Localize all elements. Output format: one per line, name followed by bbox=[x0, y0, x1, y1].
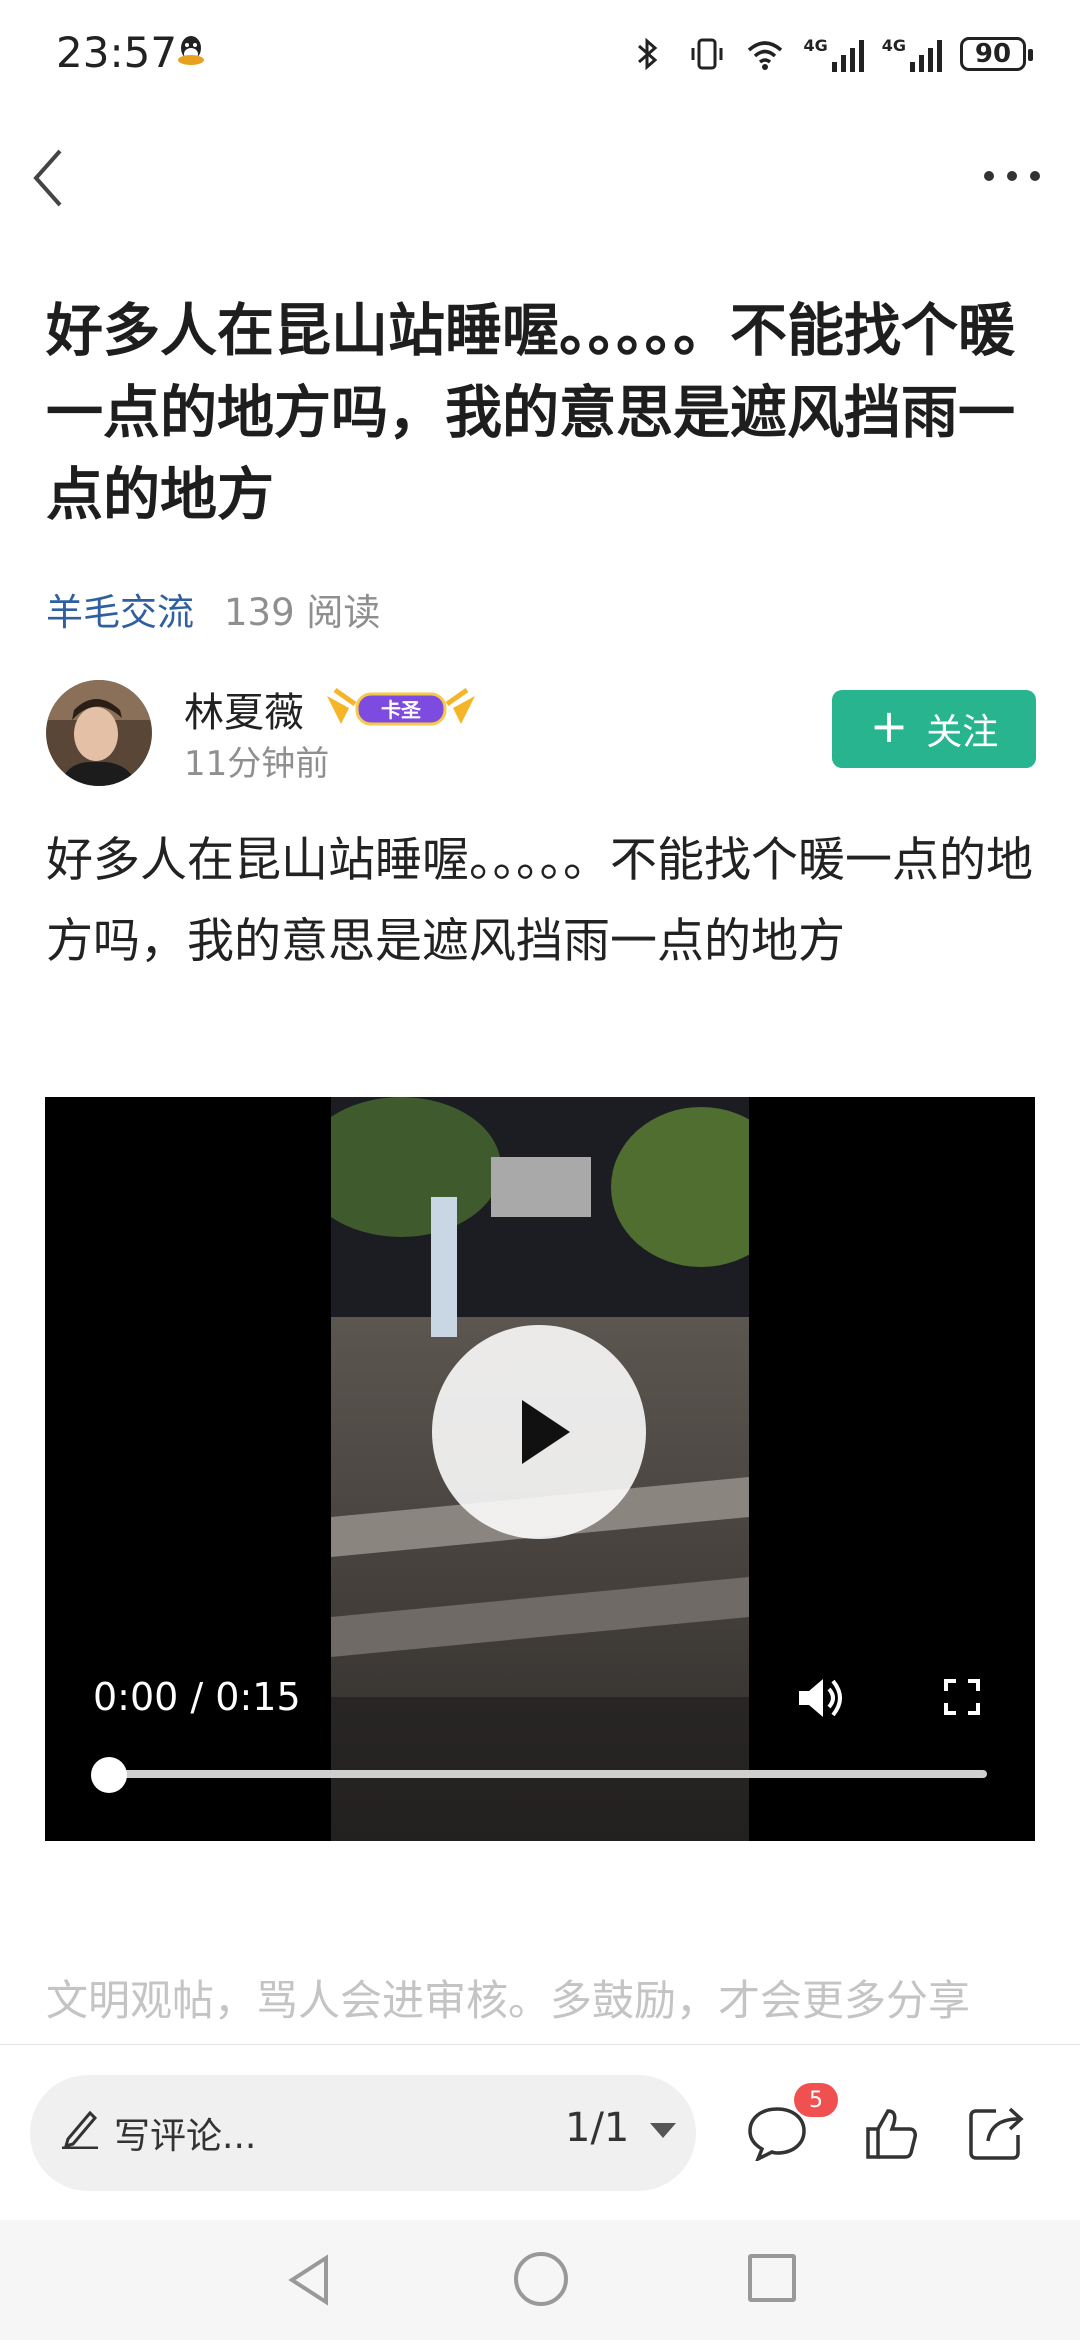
post-body: 好多人在昆山站睡喔。。。。。不能找个暖一点的地方吗，我的意思是遮风挡雨一点的地方 bbox=[46, 833, 1033, 969]
network-label: 4G bbox=[803, 36, 828, 55]
qq-icon bbox=[178, 36, 204, 65]
nav-back-icon[interactable] bbox=[284, 2252, 334, 2308]
bottom-action-bar: 写评论... 1/1 5 bbox=[0, 2044, 1080, 2221]
badge-label: 卡圣 bbox=[381, 698, 422, 722]
video-time: 0:00 / 0:15 bbox=[93, 1675, 301, 1719]
thumbs-up-icon[interactable] bbox=[864, 2105, 920, 2161]
rank-badge: 卡圣 bbox=[327, 687, 475, 726]
chevron-left-icon[interactable] bbox=[28, 145, 68, 211]
nav-home-icon[interactable] bbox=[514, 2252, 568, 2306]
video-progress-track[interactable] bbox=[111, 1770, 987, 1778]
vibrate-icon bbox=[691, 38, 723, 70]
follow-button[interactable]: + 关注 bbox=[832, 690, 1036, 768]
network-label-2: 4G bbox=[881, 36, 906, 55]
system-nav-bar bbox=[0, 2220, 1080, 2340]
view-count: 139 阅读 bbox=[224, 591, 381, 634]
comment-icon[interactable] bbox=[746, 2105, 808, 2161]
share-icon[interactable] bbox=[966, 2103, 1026, 2163]
caret-down-icon[interactable] bbox=[650, 2123, 676, 2138]
post-meta: 羊毛交流 139 阅读 bbox=[46, 582, 380, 636]
bluetooth-icon bbox=[638, 37, 658, 71]
comment-placeholder: 写评论... bbox=[114, 2116, 257, 2157]
plus-icon: + bbox=[869, 699, 909, 753]
video-progress-thumb[interactable] bbox=[91, 1757, 127, 1793]
author-row: 林夏薇 卡圣 11分钟前 + 关注 bbox=[46, 680, 1036, 790]
status-bar: 23:57 4G 4G 90 bbox=[0, 0, 1080, 110]
avatar[interactable] bbox=[46, 680, 152, 786]
pen-icon bbox=[62, 2110, 98, 2149]
wifi-icon bbox=[748, 41, 783, 70]
signal-icon: 4G bbox=[803, 36, 864, 72]
comment-notice: 文明观帖，骂人会进审核。多鼓励，才会更多分享 bbox=[46, 1976, 971, 2025]
post-title: 好多人在昆山站睡喔。。。。。不能找个暖一点的地方吗，我的意思是遮风挡雨一点的地方 bbox=[46, 298, 1015, 528]
fullscreen-icon[interactable] bbox=[942, 1677, 982, 1717]
nav-recents-icon[interactable] bbox=[748, 2254, 796, 2302]
comment-count-badge: 5 bbox=[794, 2083, 838, 2117]
category-link[interactable]: 羊毛交流 bbox=[46, 582, 194, 636]
follow-label: 关注 bbox=[926, 712, 999, 753]
comment-input[interactable]: 写评论... 1/1 bbox=[30, 2075, 696, 2191]
video-player[interactable]: 0:00 / 0:15 bbox=[45, 1097, 1035, 1841]
signal-icon-2: 4G bbox=[882, 36, 942, 72]
status-time: 23:57 bbox=[56, 28, 178, 77]
page-indicator[interactable]: 1/1 bbox=[565, 2105, 629, 2151]
more-dots-icon[interactable] bbox=[984, 166, 1040, 186]
battery-icon: 90 bbox=[960, 37, 1033, 71]
author-name[interactable]: 林夏薇 bbox=[184, 680, 304, 738]
play-button[interactable] bbox=[432, 1325, 646, 1539]
volume-icon[interactable] bbox=[795, 1673, 849, 1723]
post-time: 11分钟前 bbox=[184, 744, 330, 784]
